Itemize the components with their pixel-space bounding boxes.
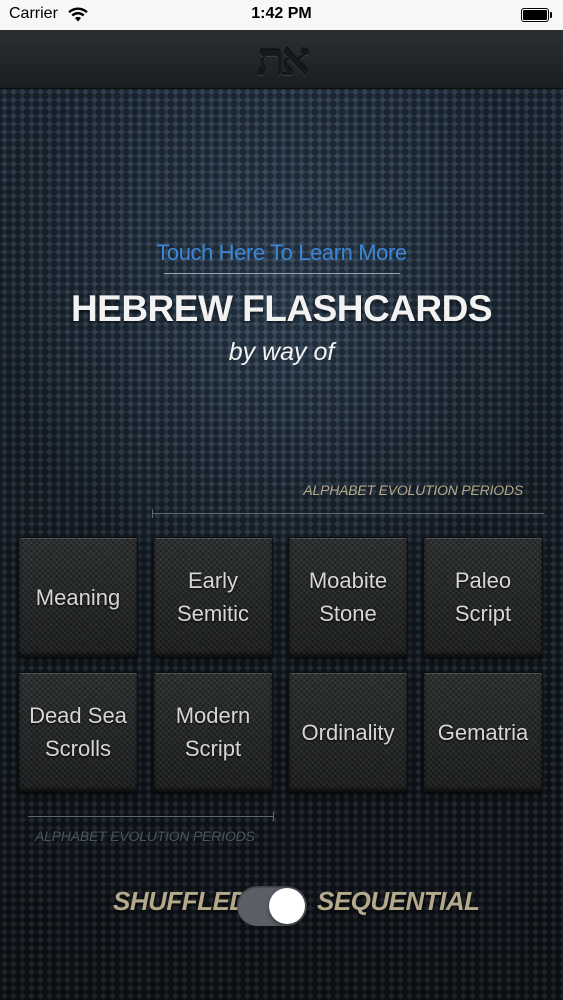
periods-bracket-bottom xyxy=(28,812,274,821)
tile-label: Early xyxy=(187,568,239,593)
page-subtitle: by way of xyxy=(228,338,335,366)
tile-dead-sea-scrolls[interactable]: Dead Sea Scrolls xyxy=(18,672,138,792)
tile-moabite-stone[interactable]: Moabite Stone xyxy=(288,537,408,657)
battery-icon xyxy=(521,8,552,22)
header-bar: את xyxy=(0,30,563,89)
periods-label-top: ALPHABET EVOLUTION PERIODS xyxy=(303,482,523,498)
order-toggle-switch[interactable] xyxy=(237,886,307,926)
tile-ordinality[interactable]: Ordinality xyxy=(288,672,408,792)
tile-label: Gematria xyxy=(437,719,529,745)
toggle-knob[interactable] xyxy=(269,888,305,924)
page-title: HEBREW FLASHCARDS xyxy=(70,288,493,329)
sequential-label[interactable]: SEQUENTIAL xyxy=(317,886,480,917)
tile-label: Paleo xyxy=(454,568,512,593)
shuffled-label[interactable]: SHUFFLED xyxy=(113,886,248,917)
tile-meaning[interactable]: Meaning xyxy=(18,537,138,657)
tile-label: Script xyxy=(184,736,242,761)
tile-gematria[interactable]: Gematria xyxy=(423,672,543,792)
hex-texture xyxy=(0,0,563,1000)
tile-label: Dead Sea xyxy=(29,703,127,728)
tile-label: Stone xyxy=(319,601,377,626)
tile-label: Meaning xyxy=(35,584,121,610)
clock: 1:42 PM xyxy=(251,5,312,22)
learn-more-link[interactable]: Touch Here To Learn More xyxy=(0,240,563,266)
tile-label: Ordinality xyxy=(301,719,395,745)
tile-label: Modern xyxy=(175,703,251,728)
tile-label: Semitic xyxy=(176,601,250,626)
tile-label: Scrolls xyxy=(44,736,111,761)
tile-modern-script[interactable]: Modern Script xyxy=(153,672,273,792)
app-logo: את xyxy=(256,32,311,86)
status-bar: Carrier 1:42 PM xyxy=(0,0,563,30)
tile-label: Script xyxy=(454,601,512,626)
periods-label-bottom: ALPHABET EVOLUTION PERIODS xyxy=(35,828,255,844)
tile-paleo-script[interactable]: Paleo Script xyxy=(423,537,543,657)
learn-more-underline xyxy=(164,273,400,274)
tile-early-semitic[interactable]: Early Semitic xyxy=(153,537,273,657)
tile-label: Moabite xyxy=(308,568,388,593)
periods-bracket-top xyxy=(152,509,544,518)
